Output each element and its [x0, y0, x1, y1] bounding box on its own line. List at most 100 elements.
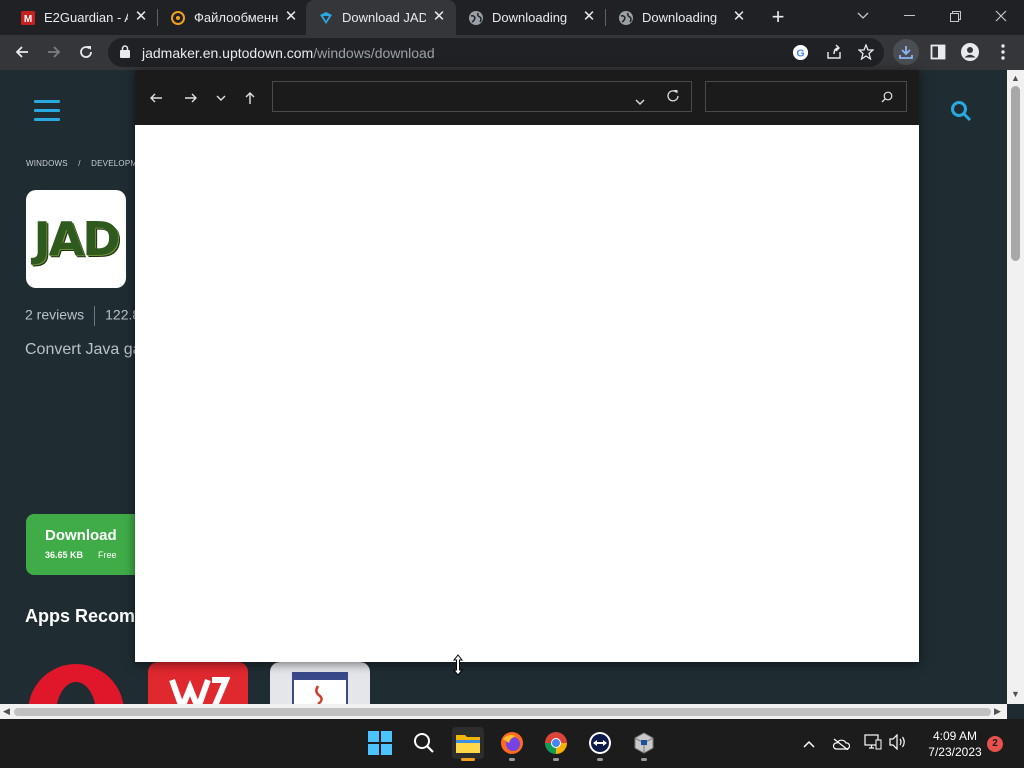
breadcrumb-separator: /	[78, 159, 81, 168]
dialog-up-icon[interactable]	[239, 87, 261, 109]
running-indicator	[597, 758, 603, 761]
file-explorer-icon[interactable]	[452, 727, 484, 761]
tab-title: Downloading	[492, 10, 568, 25]
dialog-search-field[interactable]	[705, 81, 907, 112]
onedrive-offline-icon[interactable]	[832, 737, 851, 755]
virtualbox-icon[interactable]	[628, 727, 660, 761]
tab-downloading-2[interactable]: Downloading ✕	[606, 0, 756, 35]
dialog-forward-icon[interactable]	[180, 87, 202, 109]
running-indicator	[641, 758, 647, 761]
forward-icon[interactable]	[41, 39, 67, 65]
breadcrumb: WINDOWS / DEVELOPMEN	[26, 159, 149, 168]
start-button-icon[interactable]	[364, 727, 396, 759]
restore-icon[interactable]	[932, 0, 978, 32]
bookmark-star-icon[interactable]	[857, 43, 875, 65]
globe-icon	[618, 10, 634, 26]
google-lens-icon[interactable]: G	[792, 44, 809, 66]
breadcrumb-windows[interactable]: WINDOWS	[26, 159, 68, 168]
tab-title: Downloading	[642, 10, 718, 25]
tab-title: E2Guardian - Ac	[44, 10, 128, 25]
tab-close-icon[interactable]: ✕	[282, 8, 300, 26]
tab-title: Файлообменни	[194, 10, 278, 25]
site-search-icon[interactable]	[950, 100, 972, 127]
gmail-icon: M	[20, 10, 36, 26]
tab-download-jadmaker[interactable]: Download JADM ✕	[306, 0, 456, 35]
fileshare-icon	[170, 10, 186, 26]
svg-text:M: M	[24, 14, 32, 25]
volume-icon[interactable]	[889, 733, 907, 755]
tab-search-icon[interactable]	[840, 0, 886, 32]
dialog-search-icon[interactable]	[881, 90, 893, 108]
opera-icon	[26, 662, 126, 704]
tab-close-icon[interactable]: ✕	[132, 8, 150, 26]
share-icon[interactable]	[826, 44, 842, 65]
tab-downloading-1[interactable]: Downloading ✕	[456, 0, 606, 35]
download-button-label: Download	[45, 527, 117, 544]
menu-kebab-icon[interactable]	[990, 39, 1016, 65]
downloads-icon[interactable]	[893, 39, 919, 65]
tab-strip: M E2Guardian - Ac ✕ Файлообменни ✕ Downl…	[0, 0, 1024, 35]
browser-toolbar: jadmaker.en.uptodown.com/windows/downloa…	[0, 35, 1024, 70]
globe-icon	[468, 10, 484, 26]
address-bar[interactable]: jadmaker.en.uptodown.com/windows/downloa…	[108, 38, 884, 67]
profile-icon[interactable]	[957, 39, 983, 65]
url-text: jadmaker.en.uptodown.com/windows/downloa…	[142, 45, 435, 61]
dialog-address-dropdown-icon[interactable]	[635, 92, 645, 110]
clock-date: 7/23/2023	[928, 745, 982, 759]
tab-close-icon[interactable]: ✕	[580, 8, 598, 26]
taskbar-search-icon[interactable]	[408, 727, 440, 759]
side-panel-icon[interactable]	[925, 39, 951, 65]
uptodown-icon	[318, 10, 334, 26]
windows-taskbar: 4:09 AM 7/23/2023 2	[0, 719, 1024, 768]
url-path: /windows/download	[313, 45, 435, 61]
scroll-up-arrow-icon[interactable]: ▲	[1011, 73, 1020, 83]
dialog-recent-chevron-icon[interactable]	[210, 87, 232, 109]
clock-time: 4:09 AM	[932, 729, 978, 743]
recommended-apps-heading: Apps Recomm	[25, 606, 152, 626]
new-tab-icon[interactable]: +	[767, 6, 789, 28]
tab-close-icon[interactable]: ✕	[430, 8, 448, 26]
notification-badge[interactable]: 2	[987, 736, 1003, 752]
horizontal-scrollbar[interactable]: ◀ ▶	[0, 704, 1007, 719]
reviews-count[interactable]: 2 reviews	[25, 307, 84, 323]
recommended-app-java[interactable]	[270, 662, 370, 704]
url-host: jadmaker.en.uptodown.com	[142, 45, 314, 61]
file-dialog[interactable]	[135, 70, 919, 662]
horizontal-scroll-thumb[interactable]	[14, 708, 991, 716]
reload-icon[interactable]	[73, 39, 99, 65]
chrome-icon[interactable]	[540, 727, 572, 761]
show-hidden-icons-chevron-icon[interactable]	[803, 735, 815, 753]
tab-e2guardian[interactable]: M E2Guardian - Ac ✕	[8, 0, 158, 35]
dialog-back-icon[interactable]	[145, 87, 167, 109]
app-logo-text: JAD	[33, 212, 121, 266]
system-clock[interactable]: 4:09 AM 7/23/2023	[918, 728, 992, 760]
back-icon[interactable]	[9, 39, 35, 65]
java-app-icon	[292, 672, 348, 704]
minimize-icon[interactable]	[886, 0, 932, 32]
download-size: 36.65 KB	[45, 550, 84, 560]
app-stats: 2 reviews 122.8	[25, 306, 140, 326]
teamviewer-icon[interactable]	[584, 727, 616, 761]
app-logo: JAD	[26, 190, 126, 288]
active-app-indicator	[461, 758, 475, 761]
scroll-right-arrow-icon[interactable]: ▶	[994, 706, 1001, 717]
download-license: Free	[98, 550, 117, 560]
tab-title: Download JADM	[342, 10, 426, 25]
firefox-icon[interactable]	[496, 727, 528, 761]
recommended-app-wps[interactable]	[148, 662, 248, 704]
lock-icon[interactable]	[120, 45, 130, 63]
close-window-icon[interactable]	[978, 0, 1024, 32]
network-icon[interactable]	[864, 734, 882, 755]
scroll-down-arrow-icon[interactable]: ▼	[1011, 689, 1020, 699]
tab-close-icon[interactable]: ✕	[730, 8, 748, 26]
scroll-left-arrow-icon[interactable]: ◀	[3, 706, 10, 717]
vertical-scrollbar[interactable]: ▲ ▼	[1007, 70, 1024, 704]
dialog-address-field[interactable]	[272, 81, 692, 112]
tab-fileshare[interactable]: Файлообменни ✕	[158, 0, 308, 35]
running-indicator	[553, 758, 559, 761]
dialog-refresh-icon[interactable]	[666, 89, 680, 108]
wps-icon	[168, 676, 231, 704]
vertical-scroll-thumb[interactable]	[1011, 86, 1020, 261]
recommended-app-opera[interactable]	[26, 662, 126, 704]
hamburger-menu-icon[interactable]	[34, 100, 60, 122]
